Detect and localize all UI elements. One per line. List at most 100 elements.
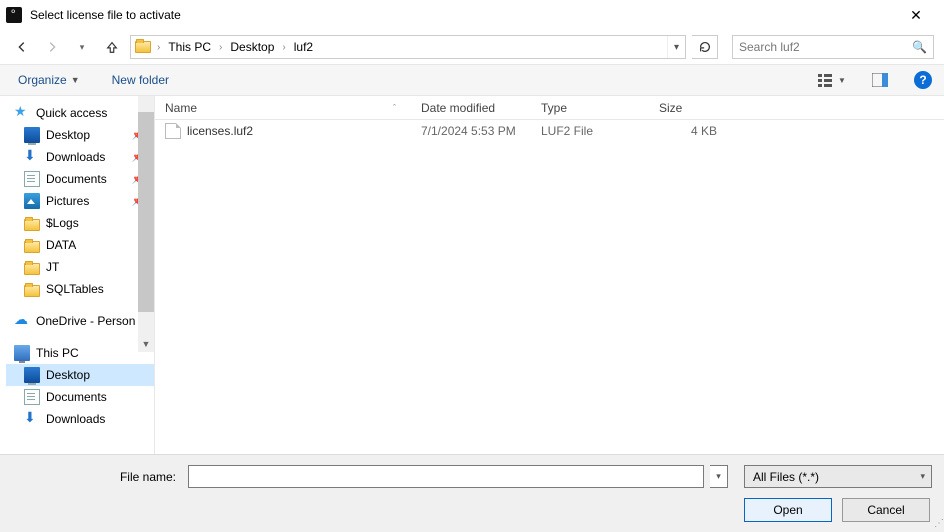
folder-icon [24,241,40,253]
sidebar-item[interactable]: Documents [6,386,154,408]
sidebar-item-label: Pictures [46,194,89,208]
doc-icon [24,389,40,405]
column-name-label: Name [165,101,197,115]
sidebar-item[interactable]: $Logs [6,212,154,234]
chevron-right-icon[interactable]: › [155,42,162,53]
pic-icon [24,193,40,209]
organize-button[interactable]: Organize ▼ [12,69,86,91]
this-pc-label: This PC [36,346,79,360]
star-icon [14,105,30,121]
scrollbar-thumb[interactable] [138,112,154,312]
file-icon [165,123,181,139]
onedrive-label: OneDrive - Person [36,314,135,328]
sidebar-item[interactable]: Desktop📌 [6,124,154,146]
organize-label: Organize [18,73,67,87]
filetype-filter[interactable]: All Files (*.*) ▾ [744,465,932,488]
sidebar-item[interactable]: Pictures📌 [6,190,154,212]
column-date[interactable]: Date modified [411,96,531,119]
quick-access-label: Quick access [36,106,107,120]
file-size: 4 KB [649,124,727,138]
cancel-button[interactable]: Cancel [842,498,930,522]
up-button[interactable] [100,35,124,59]
forward-button[interactable] [40,35,64,59]
sidebar-item[interactable]: Downloads📌 [6,146,154,168]
sidebar-item[interactable]: Downloads [6,408,154,430]
refresh-button[interactable] [692,35,718,59]
sidebar-item-label: Documents [46,390,107,404]
search-box[interactable]: 🔍 [732,35,934,59]
titlebar: Select license file to activate ✕ [0,0,944,30]
download-icon [24,411,40,427]
desktop-icon [24,127,40,143]
sidebar-item-label: Downloads [46,412,105,426]
sidebar-item[interactable]: DATA [6,234,154,256]
sidebar-item-label: Downloads [46,150,105,164]
quick-access-node[interactable]: Quick access [6,102,154,124]
breadcrumb: This PC › Desktop › luf2 [162,36,319,58]
recent-dropdown[interactable]: ▾ [70,35,94,59]
file-type: LUF2 File [531,124,649,138]
sidebar-item-label: DATA [46,238,76,252]
toolbar: Organize ▼ New folder ▼ ? [0,64,944,96]
desktop-icon [24,367,40,383]
main-area: ▲ ▼ Quick access Desktop📌Downloads📌Docum… [0,96,944,454]
onedrive-node[interactable]: OneDrive - Person [6,310,154,332]
crumb-desktop[interactable]: Desktop [224,36,280,58]
chevron-right-icon: › [280,42,287,53]
close-button[interactable]: ✕ [896,0,936,30]
sidebar-item-label: Desktop [46,368,90,382]
sidebar-item-label: $Logs [46,216,79,230]
back-button[interactable] [10,35,34,59]
search-input[interactable] [739,40,912,54]
sidebar-item-label: Desktop [46,128,90,142]
sort-asc-icon: ˆ [393,103,396,113]
file-list: Name ˆ Date modified Type Size licenses.… [155,96,944,454]
open-button[interactable]: Open [744,498,832,522]
app-icon [6,7,22,23]
chevron-down-icon: ▾ [920,471,925,482]
navigation-tree: ▲ ▼ Quick access Desktop📌Downloads📌Docum… [0,96,155,454]
chevron-down-icon: ▼ [71,75,80,85]
cloud-icon [14,313,30,329]
sidebar-item[interactable]: JT [6,256,154,278]
address-dropdown[interactable]: ▾ [667,36,685,58]
folder-icon [24,285,40,297]
new-folder-button[interactable]: New folder [106,69,175,91]
crumb-luf2[interactable]: luf2 [288,36,319,58]
pc-icon [14,345,30,361]
file-name: licenses.luf2 [187,124,253,138]
doc-icon [24,171,40,187]
column-size[interactable]: Size [649,96,727,119]
sidebar-item-label: SQLTables [46,282,104,296]
preview-pane-button[interactable] [866,69,894,91]
filename-input[interactable] [188,465,704,488]
filename-dropdown[interactable]: ▾ [710,465,728,488]
column-headers: Name ˆ Date modified Type Size [155,96,944,120]
folder-icon [24,219,40,231]
navigation-bar: ▾ › This PC › Desktop › luf2 ▾ 🔍 [0,30,944,64]
file-row[interactable]: licenses.luf2 7/1/2024 5:53 PMLUF2 File4 … [155,120,944,142]
scroll-down-button[interactable]: ▼ [138,336,154,352]
folder-icon [24,263,40,275]
footer: File name: ▾ All Files (*.*) ▾ Open Canc… [0,454,944,532]
sidebar-item[interactable]: Documents📌 [6,168,154,190]
sidebar-item[interactable]: Desktop [6,364,154,386]
search-icon[interactable]: 🔍 [912,40,927,54]
this-pc-node[interactable]: This PC [6,342,154,364]
window-title: Select license file to activate [30,8,181,22]
folder-icon [131,36,155,58]
column-name[interactable]: Name ˆ [155,96,411,119]
download-icon [24,149,40,165]
filetype-filter-label: All Files (*.*) [753,470,819,484]
filename-label: File name: [12,470,182,484]
file-date: 7/1/2024 5:53 PM [411,124,531,138]
crumb-this-pc[interactable]: This PC [162,36,217,58]
view-options-button[interactable]: ▼ [818,69,846,91]
column-type[interactable]: Type [531,96,649,119]
sidebar-item-label: JT [46,260,59,274]
chevron-right-icon: › [217,42,224,53]
help-button[interactable]: ? [914,71,932,89]
sidebar-item[interactable]: SQLTables [6,278,154,300]
resize-grip[interactable]: ⋰ [934,518,942,529]
address-bar[interactable]: › This PC › Desktop › luf2 ▾ [130,35,686,59]
